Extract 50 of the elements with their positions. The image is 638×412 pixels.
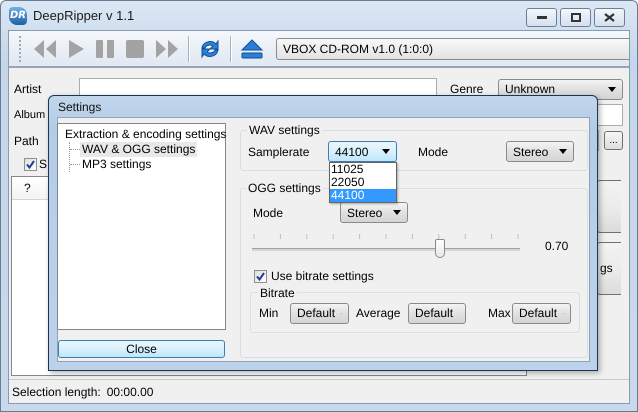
quality-value: 0.70 [545,239,568,253]
minimize-icon [536,16,546,20]
samplerate-dropdown[interactable]: 44100 [328,141,397,162]
mode-dropdown[interactable]: Stereo [340,202,408,223]
checkbox[interactable] [24,158,37,170]
maximize-icon [570,13,580,22]
artist-label: Artist [14,82,42,96]
group-title: Bitrate [259,286,296,300]
bitrate-dropdown[interactable]: Default [290,302,349,324]
dropdown-option[interactable]: 11025 [330,163,396,176]
group-title: OGG settings [247,181,322,195]
genre-label: Genre [450,82,484,96]
caret-icon [559,149,567,154]
mode-label: Mode [418,144,450,158]
tree-item[interactable]: MP3 settings [80,157,154,172]
bitrate-label: Average [356,306,402,320]
close-button[interactable]: Close [58,340,225,358]
app-logo: DR [9,6,27,24]
album-label: Album [14,109,46,121]
checkbox-label: Use bitrate settings [271,269,374,283]
mode-dropdown[interactable]: Stereo [506,141,574,162]
maximize-button[interactable] [560,8,591,27]
bitrate-label: Max [488,306,512,320]
caret-icon [393,210,401,215]
window-title: DeepRipper v 1.1 [33,8,136,23]
bitrate-label: Min [259,306,280,320]
mode-label: Mode [253,206,284,220]
status-label: Selection length: [12,384,101,398]
dropdown-option[interactable]: 22050 [330,176,396,189]
eject-icon[interactable] [240,38,264,60]
caret-icon [608,86,616,92]
checkbox-label: S [39,157,48,171]
tree-item[interactable]: WAV & OGG settings [80,142,198,157]
checkbox[interactable] [254,270,267,282]
dialog-title: Settings [57,98,102,116]
slider-thumb[interactable] [434,239,445,258]
close-button[interactable] [594,8,625,27]
caret-icon [382,149,390,154]
status-value: 00:00.00 [106,384,154,398]
tree-item[interactable]: Extraction & encoding settings [63,127,228,142]
samplerate-label: Samplerate [248,144,310,158]
browse-button[interactable]: ... [604,131,623,150]
minimize-button[interactable] [526,8,557,27]
close-icon [604,13,615,22]
side-button[interactable]: gs [597,242,621,294]
side-button[interactable] [597,180,621,232]
group-title: WAV settings [248,123,321,137]
drive-dropdown[interactable]: VBOX CD-ROM v1.0 (1:0:0) [276,38,629,60]
bitrate-dropdown[interactable]: Default [408,302,466,324]
bitrate-dropdown[interactable]: Default [512,302,571,324]
